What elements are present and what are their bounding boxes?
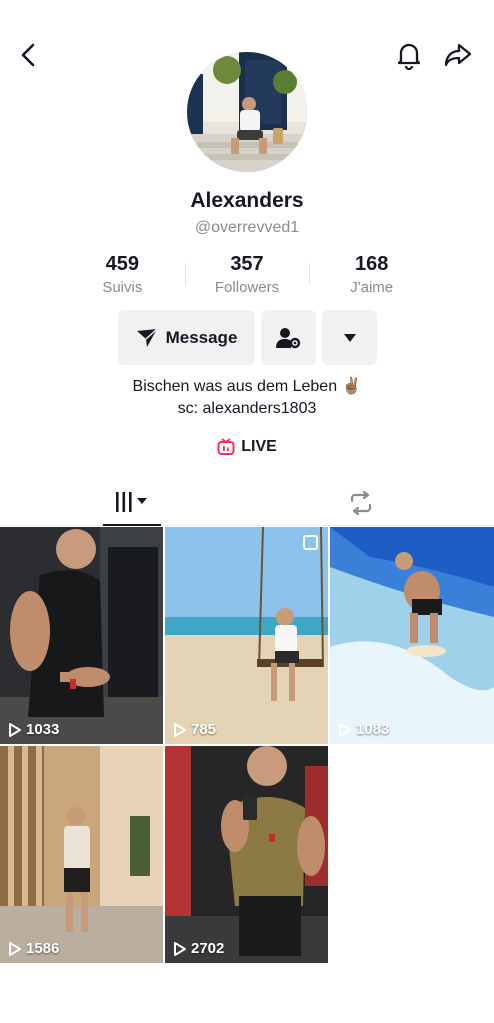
play-icon [174,941,186,956]
video-tile[interactable]: 1586 [0,746,163,963]
view-count: 1083 [338,721,389,738]
play-icon [9,941,21,956]
stat-following-label: Suivis [102,279,143,296]
video-tile[interactable]: 1033 [0,527,163,744]
stat-following-value: 459 [105,253,140,275]
bio-line-1: Bischen was aus dem Leben ✌🏽 [132,378,362,395]
friend-settings-button[interactable] [261,310,316,365]
more-options-button[interactable] [322,310,377,365]
video-thumbnail [0,746,163,963]
video-thumbnail [165,746,328,963]
video-thumbnail [0,527,163,744]
stat-followers[interactable]: 357 Followers [184,253,310,299]
bio-line-2: sc: alexanders1803 [177,400,317,417]
share-arrow-icon [444,43,472,67]
stat-likes-label: J'aime [350,279,394,296]
profile-stats: 459 Suivis 357 Followers 168 J'aime [60,253,434,299]
stat-likes[interactable]: 168 J'aime [309,253,434,299]
message-button-label: Message [165,327,238,347]
live-link[interactable]: LIVE [0,438,494,456]
share-button[interactable] [440,38,476,72]
video-tile[interactable]: 1083 [330,527,494,744]
notifications-button[interactable] [392,38,426,72]
play-icon [174,722,186,737]
profile-name: Alexanders [190,189,304,212]
message-button[interactable]: Message [118,310,255,365]
view-count: 785 [173,721,216,738]
stat-followers-value: 357 [230,253,264,275]
view-count-value: 2702 [191,940,225,957]
live-tv-icon [217,438,235,455]
repost-icon [350,491,372,515]
chevron-left-icon [21,43,35,67]
profile-bio: Bischen was aus dem Leben ✌🏽 sc: alexand… [0,376,494,420]
profile-handle: @overrevved1 [194,219,300,236]
video-thumbnail [330,527,494,744]
view-count: 1033 [8,721,59,738]
stat-likes-value: 168 [354,253,389,275]
stat-followers-label: Followers [214,279,280,296]
video-tile[interactable]: 2702 [165,746,328,963]
view-count-value: 1586 [26,940,60,957]
view-count: 1586 [8,940,59,957]
avatar[interactable] [187,52,307,172]
view-count-value: 1033 [26,721,60,738]
grid-bars-icon [116,492,147,512]
tab-videos[interactable] [103,480,161,526]
caret-down-icon [343,333,356,342]
back-button[interactable] [12,38,46,72]
play-icon [9,722,21,737]
play-icon [339,722,351,737]
bell-icon [397,43,421,70]
live-label: LIVE [241,438,277,455]
video-thumbnail [165,527,328,744]
view-count: 2702 [173,940,224,957]
send-icon [136,327,158,347]
user-gear-icon [275,327,300,348]
view-count-value: 1083 [356,721,390,738]
avatar-photo [187,52,307,172]
content-tabs [0,480,494,526]
profile-actions: Message [118,310,377,365]
view-count-value: 785 [191,721,217,738]
stat-following[interactable]: 459 Suivis [60,253,185,299]
tab-reposts[interactable] [332,480,390,526]
pinned-indicator [303,535,318,550]
video-tile[interactable]: 785 [165,527,328,744]
